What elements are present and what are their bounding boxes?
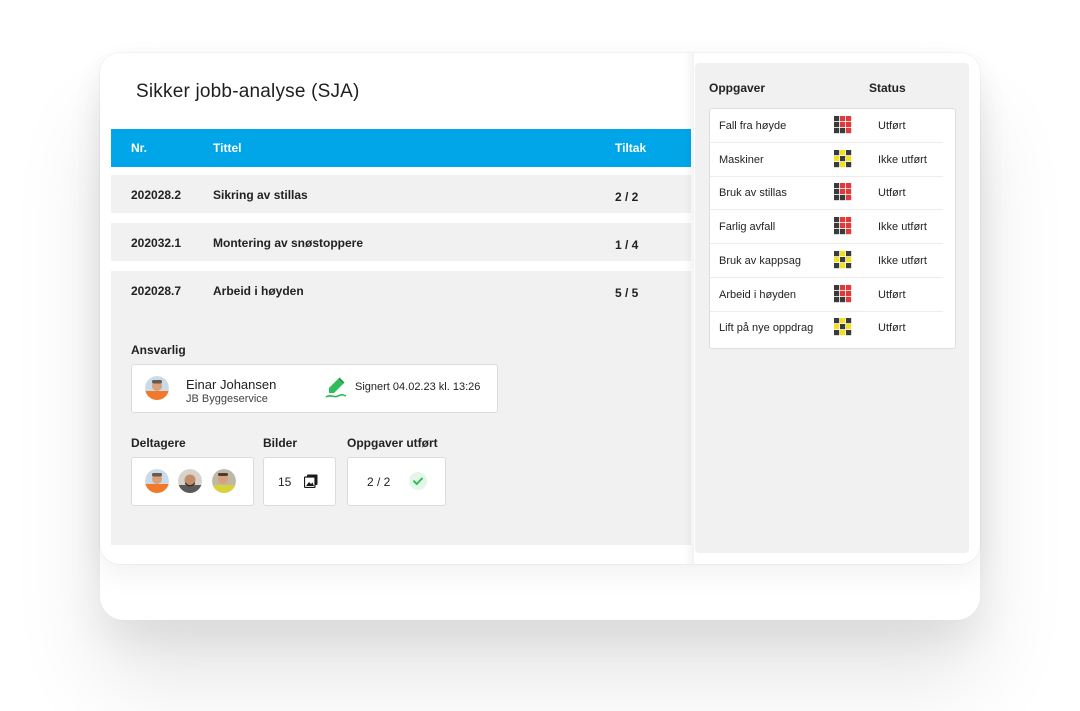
row-title: Montering av snøstoppere — [213, 236, 364, 250]
task-name: Lift på nye oppdrag — [719, 322, 814, 335]
panel-divider — [684, 53, 694, 564]
expanded-row: 202028.7 Arbeid i høyden 5 / 5 Ansvarlig… — [111, 271, 691, 545]
status-header: Status — [869, 81, 906, 95]
risk-matrix-icon — [834, 116, 852, 137]
task-name: Fall fra høyde — [719, 120, 787, 132]
row-nr: 202032.1 — [131, 236, 182, 250]
table-row[interactable]: 202028.2 Sikring av stillas 2 / 2 — [111, 175, 691, 213]
responsible-name: Einar Johansen — [186, 377, 277, 392]
tasks-done-card[interactable]: 2 / 2 — [347, 457, 446, 506]
avatar — [145, 376, 169, 400]
participants-label: Deltagere — [131, 436, 186, 450]
tasks-panel: Oppgaver Status Fall fra høyde Utført Mask… — [695, 63, 969, 553]
risk-matrix-icon — [834, 250, 852, 272]
task-list: Fall fra høyde Utført Maskiner Ikke utført B… — [709, 108, 956, 349]
responsible-card[interactable]: Einar Johansen JB Byggeservice Signert 0… — [131, 364, 498, 413]
task-row[interactable]: Bruk av kappsag Ikke utført — [710, 245, 955, 278]
task-status: Ikke utført — [878, 153, 927, 166]
row-title: Sikring av stillas — [213, 188, 308, 202]
row-title: Arbeid i høyden — [213, 284, 304, 298]
task-status: Utført — [878, 120, 906, 132]
risk-matrix-icon — [834, 149, 852, 171]
row-tiltak: 1 / 4 — [615, 238, 639, 252]
risk-matrix-icon — [834, 318, 852, 339]
task-row[interactable]: Fall fra høyde Utført — [710, 110, 955, 143]
images-label: Bilder — [263, 436, 298, 450]
table-header: Nr. Tittel Tiltak — [111, 129, 691, 167]
tasks-header: Oppgaver — [709, 81, 766, 95]
header-tiltak: Tiltak — [615, 141, 647, 155]
row-tiltak: 5 / 5 — [615, 286, 639, 300]
task-row[interactable]: Farlig avfall Ikke utført — [710, 211, 955, 245]
task-status: Utført — [878, 288, 906, 301]
signed-text: Signert 04.02.23 kl. 13:26 — [355, 381, 481, 393]
task-name: Bruk av stillas — [719, 187, 787, 200]
task-name: Bruk av kappsag — [719, 254, 801, 267]
task-status: Ikke utført — [878, 254, 927, 267]
responsible-label: Ansvarlig — [131, 343, 186, 357]
table-row[interactable]: 202032.1 Montering av snøstoppere 1 / 4 — [111, 223, 691, 261]
risk-matrix-icon — [834, 183, 852, 204]
risk-matrix-icon — [834, 217, 852, 238]
row-nr: 202028.2 — [131, 188, 182, 202]
avatar — [212, 469, 236, 493]
header-nr: Nr. — [131, 141, 148, 155]
pencil-icon — [324, 375, 348, 399]
check-icon — [409, 472, 427, 495]
task-row[interactable]: Bruk av stillas Utført — [710, 177, 955, 211]
table-row[interactable]: 202028.7 Arbeid i høyden 5 / 5 — [111, 271, 691, 309]
tasks-done-label: Oppgaver utført — [347, 436, 438, 450]
task-status: Ikke utført — [878, 221, 927, 234]
avatar — [178, 469, 202, 493]
participants-card[interactable] — [131, 457, 254, 506]
task-status: Utført — [878, 187, 906, 200]
page-title: Sikker jobb-analyse (SJA) — [136, 81, 360, 102]
row-tiltak: 2 / 2 — [615, 190, 639, 204]
task-name: Maskiner — [719, 153, 764, 166]
images-card[interactable]: 15 — [263, 457, 336, 506]
image-icon — [303, 474, 318, 493]
task-name: Farlig avfall — [719, 221, 776, 234]
header-title: Tittel — [213, 141, 242, 155]
task-status: Utført — [878, 322, 906, 335]
risk-matrix-icon — [834, 284, 852, 306]
sja-card: Sikker jobb-analyse (SJA) Nr. Tittel Til… — [100, 53, 980, 564]
task-row[interactable]: Lift på nye oppdrag Utført — [710, 312, 955, 345]
task-row[interactable]: Maskiner Ikke utført — [710, 144, 955, 177]
task-row[interactable]: Arbeid i høyden Utført — [710, 279, 955, 312]
avatar — [145, 469, 169, 493]
images-count: 15 — [278, 475, 292, 489]
responsible-company: JB Byggeservice — [186, 393, 268, 405]
tasks-done-value: 2 / 2 — [367, 475, 391, 489]
row-nr: 202028.7 — [131, 284, 182, 298]
task-name: Arbeid i høyden — [719, 288, 797, 301]
